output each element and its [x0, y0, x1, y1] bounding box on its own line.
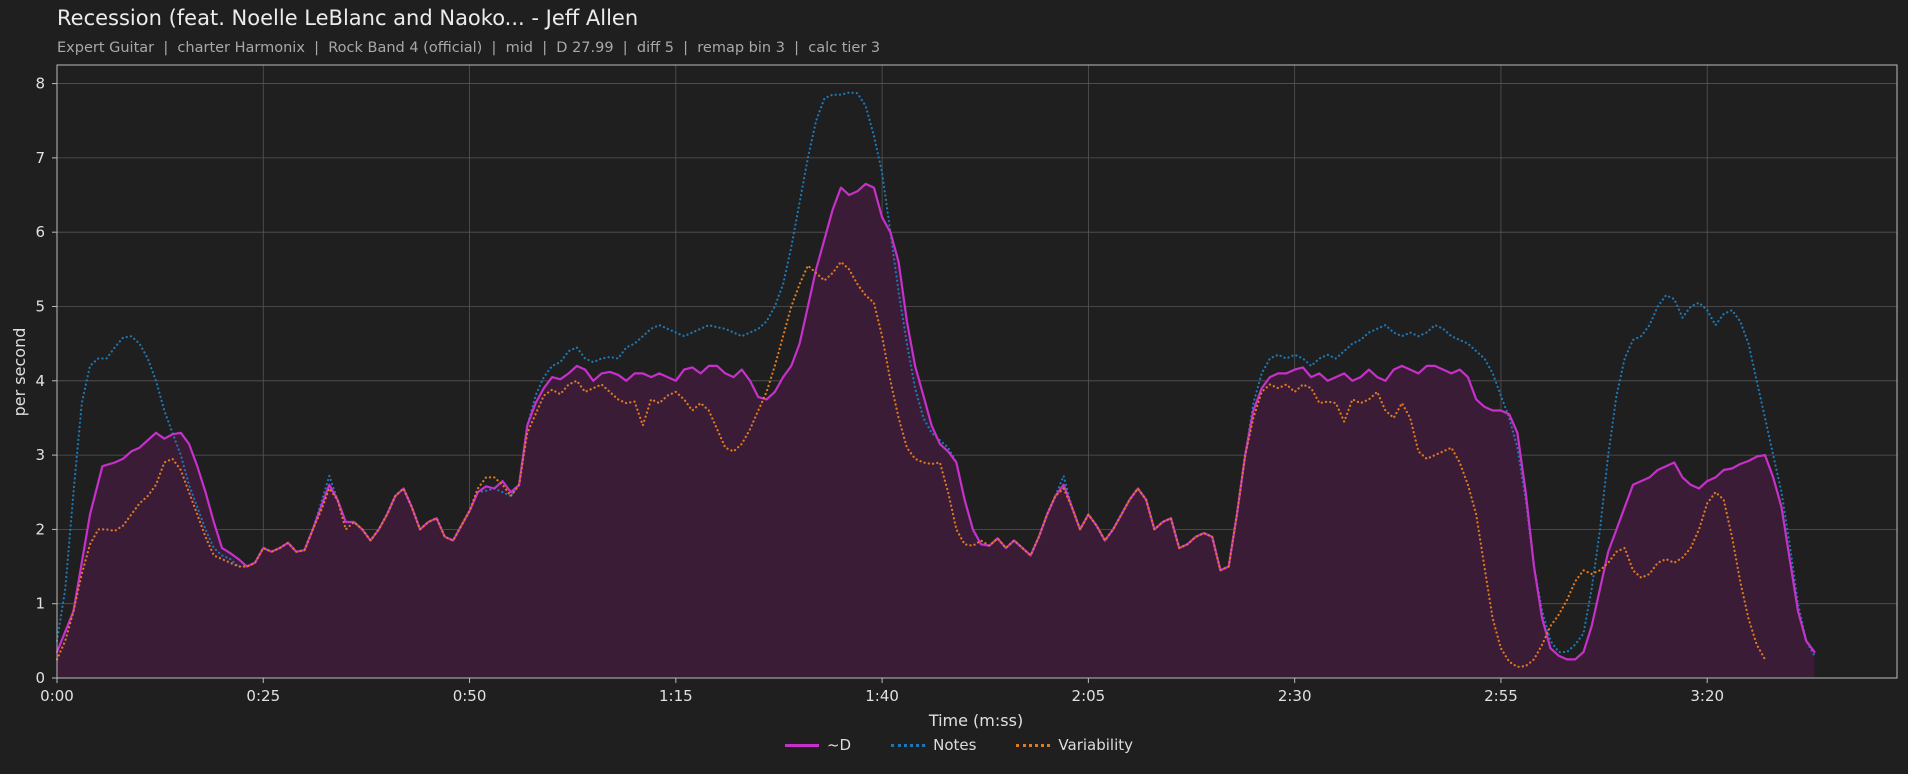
x-axis-label: Time (m:ss) — [928, 711, 1023, 730]
x-tick-label: 0:00 — [40, 687, 74, 705]
legend: ~D Notes Variability — [0, 736, 1908, 754]
y-tick-label: 2 — [35, 520, 45, 538]
x-tick-label: 2:05 — [1072, 687, 1106, 705]
y-tick-label: 3 — [35, 446, 45, 464]
legend-swatch — [891, 743, 926, 747]
x-tick-label: 3:20 — [1690, 687, 1724, 705]
x-tick-label: 0:50 — [453, 687, 487, 705]
x-tick-label: 1:40 — [865, 687, 899, 705]
legend-item: ~D — [784, 736, 852, 754]
legend-swatch — [1016, 743, 1051, 747]
y-tick-label: 0 — [35, 669, 45, 687]
legend-label: Notes — [933, 736, 977, 754]
y-tick-label: 7 — [35, 149, 45, 167]
x-tick-label: 1:15 — [659, 687, 693, 705]
series-layer — [55, 91, 1816, 678]
y-tick-label: 1 — [35, 595, 45, 613]
x-tick-label: 2:30 — [1278, 687, 1312, 705]
y-tick-label: 8 — [35, 75, 45, 93]
y-tick-label: 6 — [35, 223, 45, 241]
x-tick-label: 0:25 — [246, 687, 280, 705]
y-tick-label: 4 — [35, 372, 45, 390]
legend-swatch — [784, 743, 819, 747]
y-tick-label: 5 — [35, 297, 45, 315]
y-axis-label: per second — [10, 328, 29, 417]
legend-item: Notes — [891, 736, 976, 754]
legend-item: Variability — [1016, 736, 1133, 754]
line-chart: 0:00 0:25 0:50 1:15 1:40 2:05 2:30 2:55 3:20 0 1 2 3… — [10, 64, 1898, 730]
x-tick-label: 2:55 — [1484, 687, 1518, 705]
legend-label: Variability — [1058, 736, 1134, 754]
legend-label: ~D — [826, 736, 852, 754]
